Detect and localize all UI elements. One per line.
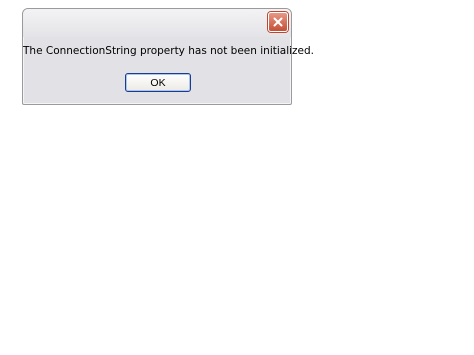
close-button[interactable]: [268, 12, 288, 32]
error-dialog: The ConnectionString property has not be…: [22, 8, 315, 105]
ok-button[interactable]: OK: [125, 73, 191, 92]
error-message: The ConnectionString property has not be…: [23, 45, 315, 57]
close-icon: [273, 17, 283, 27]
dialog-titlebar[interactable]: [23, 9, 291, 37]
